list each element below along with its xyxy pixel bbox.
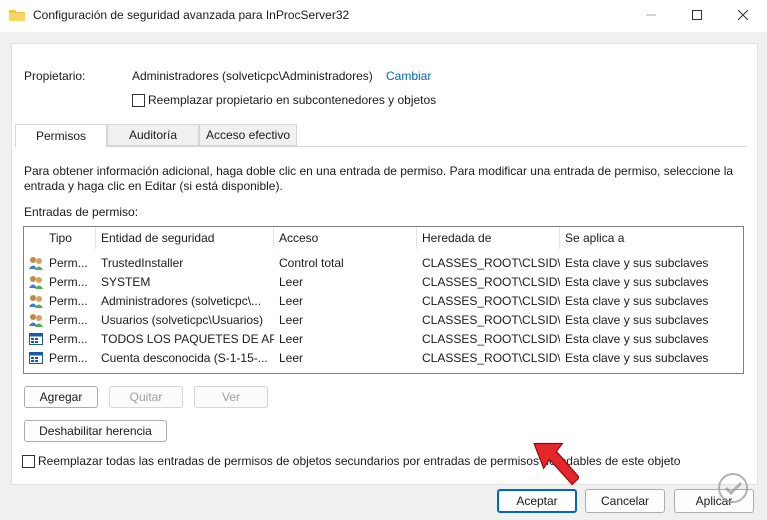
cell-entidad: Cuenta desconocida (S-1-15-... (101, 351, 268, 365)
table-row[interactable]: Perm... Usuarios (solveticpc\Usuarios) Lee… (24, 311, 743, 330)
view-button-label: Ver (221, 390, 240, 404)
cell-tipo: Perm... (49, 313, 88, 327)
disable-inheritance-button[interactable]: Deshabilitar herencia (24, 420, 167, 442)
cell-tipo: Perm... (49, 256, 88, 270)
table-row[interactable]: Perm... Administradores (solveticpc\... Le… (24, 292, 743, 311)
close-button[interactable] (720, 0, 766, 30)
table-row[interactable]: Perm... TODOS LOS PAQUETES DE AP... Leer CL… (24, 330, 743, 349)
cell-acceso: Leer (279, 332, 304, 346)
cell-aplica: Esta clave y sus subclaves (565, 332, 709, 346)
solvetic-watermark-logo (705, 468, 761, 516)
tab-label: Auditoría (128, 128, 178, 142)
column-header-tipo[interactable]: Tipo (44, 227, 96, 249)
cell-acceso: Leer (279, 351, 304, 365)
add-button-label: Agregar (39, 390, 83, 404)
cell-entidad: SYSTEM (101, 275, 151, 289)
column-header-aplica[interactable]: Se aplica a (560, 227, 743, 249)
permission-entries-list[interactable]: Tipo Entidad de seguridad Acceso Heredad… (23, 226, 744, 374)
cell-tipo: Perm... (49, 294, 88, 308)
title-bar: Configuración de seguridad avanzada para… (0, 0, 767, 32)
cell-tipo: Perm... (49, 275, 88, 289)
cell-aplica: Esta clave y sus subclaves (565, 313, 709, 327)
change-owner-link[interactable]: Cambiar (386, 69, 431, 83)
add-button[interactable]: Agregar (24, 386, 98, 408)
cell-entidad: TODOS LOS PAQUETES DE AP... (101, 332, 274, 346)
cell-heredada: CLASSES_ROOT\CLSID\... (422, 313, 560, 327)
red-arrow-pointer-icon (533, 442, 579, 486)
tab-label: Acceso efectivo (205, 128, 291, 142)
app-package-icon (29, 352, 43, 364)
entries-label: Entradas de permiso: (24, 205, 139, 219)
group-users-icon (29, 295, 43, 308)
tab-label: Permisos (35, 129, 86, 143)
cell-tipo: Perm... (49, 332, 88, 346)
cell-acceso: Leer (279, 313, 304, 327)
column-header-acceso[interactable]: Acceso (274, 227, 417, 249)
group-users-icon (29, 314, 43, 327)
tab-acceso-efectivo[interactable]: Acceso efectivo (199, 124, 297, 146)
owner-label: Propietario: (24, 69, 86, 83)
cell-acceso: Leer (279, 275, 304, 289)
tab-auditoria[interactable]: Auditoría (107, 124, 199, 146)
minimize-button[interactable] (628, 0, 674, 30)
cell-tipo: Perm... (49, 351, 88, 365)
cell-aplica: Esta clave y sus subclaves (565, 256, 709, 270)
maximize-icon (692, 10, 702, 20)
table-row[interactable]: Perm... SYSTEM Leer CLASSES_ROOT\CLSID\... E… (24, 273, 743, 292)
window-title: Configuración de seguridad avanzada para… (33, 8, 350, 22)
replace-child-entries-label: Reemplazar todas las entradas de permiso… (38, 454, 681, 468)
info-text-line2: entrada y haga clic en Editar (si está d… (24, 179, 283, 193)
cell-aplica: Esta clave y sus subclaves (565, 351, 709, 365)
group-users-icon (29, 276, 43, 289)
cell-entidad: Usuarios (solveticpc\Usuarios) (101, 313, 264, 327)
replace-owner-checkbox[interactable] (132, 94, 145, 107)
replace-owner-label: Reemplazar propietario en subcontenedore… (148, 93, 437, 107)
minimize-icon (646, 14, 656, 16)
remove-button-label: Quitar (129, 390, 163, 404)
cell-heredada: CLASSES_ROOT\CLSID\... (422, 256, 560, 270)
column-header-entidad[interactable]: Entidad de seguridad (96, 227, 274, 249)
owner-value: Administradores (solveticpc\Administrado… (132, 69, 373, 83)
close-icon (738, 10, 748, 20)
cell-heredada: CLASSES_ROOT\CLSID\... (422, 275, 560, 289)
disable-inheritance-label: Deshabilitar herencia (39, 424, 152, 438)
cell-heredada: CLASSES_ROOT\CLSID\... (422, 294, 560, 308)
group-users-icon (29, 257, 43, 270)
view-button[interactable]: Ver (194, 386, 268, 408)
info-text-line1: Para obtener información adicional, haga… (24, 164, 734, 178)
column-header-heredada[interactable]: Heredada de (417, 227, 560, 249)
cell-heredada: CLASSES_ROOT\CLSID\... (422, 332, 560, 346)
solvetic-logo-icon (718, 473, 748, 503)
table-row[interactable]: Perm... TrustedInstaller Control total CLAS… (24, 254, 743, 273)
tab-permisos[interactable]: Permisos (15, 124, 107, 147)
maximize-button[interactable] (674, 0, 720, 30)
cell-acceso: Control total (279, 256, 344, 270)
cell-acceso: Leer (279, 294, 304, 308)
dialog-body: Propietario: Administradores (solveticpc… (11, 43, 758, 485)
cell-aplica: Esta clave y sus subclaves (565, 294, 709, 308)
folder-icon (9, 10, 25, 21)
cell-aplica: Esta clave y sus subclaves (565, 275, 709, 289)
cancel-button-label: Cancelar (600, 494, 650, 508)
cell-entidad: Administradores (solveticpc\... (101, 294, 262, 308)
table-row[interactable]: Perm... Cuenta desconocida (S-1-15-... Lee… (24, 349, 743, 368)
remove-button[interactable]: Quitar (109, 386, 183, 408)
list-header: Tipo Entidad de seguridad Acceso Heredad… (24, 227, 743, 249)
app-package-icon (29, 333, 43, 345)
cancel-button[interactable]: Cancelar (585, 489, 665, 513)
cell-entidad: TrustedInstaller (101, 256, 184, 270)
cell-heredada: CLASSES_ROOT\CLSID\... (422, 351, 560, 365)
replace-child-entries-checkbox[interactable] (22, 455, 35, 468)
